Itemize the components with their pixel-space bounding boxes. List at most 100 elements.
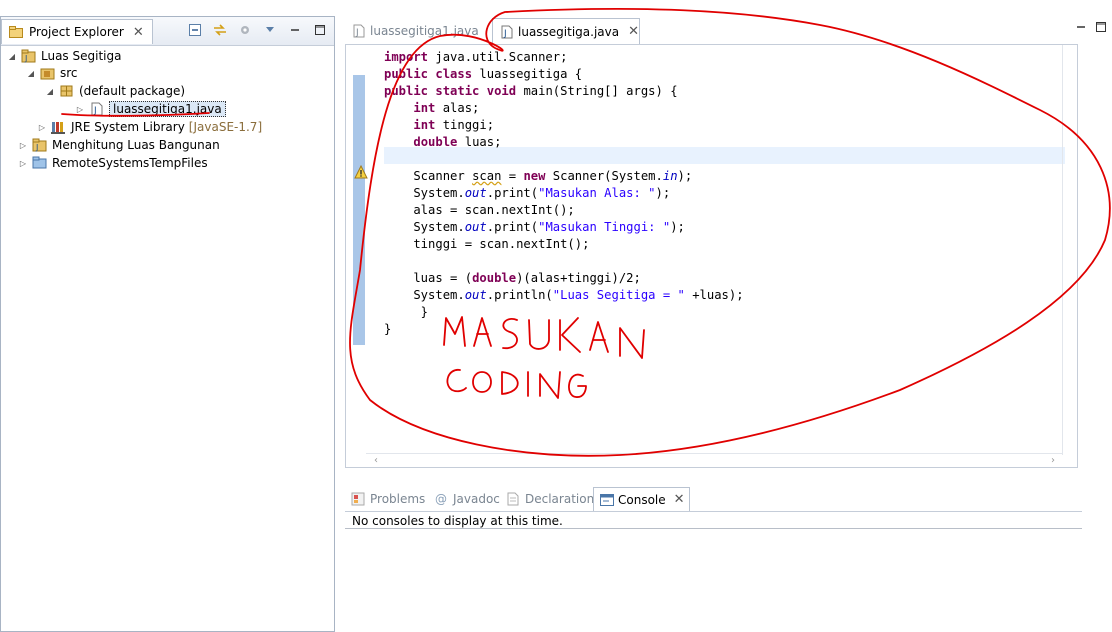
tree-collapsed-icon[interactable]: ▷	[75, 105, 85, 114]
warning-icon[interactable]	[354, 165, 368, 179]
scroll-right-icon[interactable]: ›	[1051, 455, 1055, 466]
editor-tab-label: luassegitiga1.java	[370, 24, 479, 38]
tree-item-label: (default package)	[79, 84, 186, 98]
view-menu-chevron-down-icon[interactable]	[262, 22, 278, 38]
tab-console[interactable]: Console ✕	[593, 487, 690, 511]
code-line: }	[384, 322, 392, 336]
editor-window-controls	[1076, 22, 1106, 32]
code-line: }	[384, 305, 429, 319]
code-line: import java.util.Scanner;	[384, 50, 568, 64]
code-line: System.out.print("Masukan Tinggi: ");	[384, 220, 685, 234]
jre-version-label: [JavaSE-1.7]	[188, 120, 263, 134]
svg-text:J: J	[24, 54, 27, 63]
code-line: alas = scan.nextInt();	[384, 203, 575, 217]
declaration-icon	[505, 492, 521, 506]
java-file-icon: J	[89, 102, 105, 116]
collapse-all-icon[interactable]	[187, 22, 203, 38]
tree-item-luas-segitiga[interactable]: ◢ J Luas Segitiga	[7, 47, 122, 65]
tree-expanded-icon[interactable]: ◢	[26, 69, 36, 78]
view-menu-gear-icon[interactable]	[237, 22, 253, 38]
minimize-icon[interactable]	[287, 22, 303, 38]
tree-item-label: JRE System Library	[71, 120, 185, 134]
tab-label: Declaration	[525, 492, 595, 506]
tab-project-explorer[interactable]: Project Explorer ✕	[1, 19, 153, 44]
vertical-scrollbar[interactable]	[1062, 45, 1077, 455]
explorer-view-toolbar	[187, 22, 328, 38]
tree-item-menghitung-luas-bangunan[interactable]: ▷ J Menghitung Luas Bangunan	[18, 136, 220, 154]
editor-tab-label: luassegitiga.java	[518, 24, 620, 39]
source-folder-icon	[40, 66, 56, 80]
java-file-icon: J	[353, 24, 365, 38]
code-line: public class luassegitiga {	[384, 67, 583, 81]
tree-item-remote-systems-temp-files[interactable]: ▷ RemoteSystemsTempFiles	[18, 154, 208, 172]
minimize-icon[interactable]	[1076, 22, 1086, 32]
package-icon	[59, 84, 75, 98]
code-line: public static void main(String[] args) {	[384, 84, 678, 98]
folder-icon	[32, 156, 48, 170]
scroll-left-icon[interactable]: ‹	[374, 455, 378, 466]
code-lines: import java.util.Scanner; public class l…	[384, 49, 744, 338]
project-explorer-icon	[8, 25, 24, 39]
tab-luassegitiga-java[interactable]: J luassegitiga.java ✕	[492, 18, 640, 44]
console-icon	[600, 493, 614, 507]
tree-item-label: Luas Segitiga	[41, 49, 122, 63]
console-panel: Problems @ Javadoc Declaration Console ✕…	[345, 485, 1082, 632]
tree-item-label: Menghitung Luas Bangunan	[52, 138, 220, 152]
tree-expanded-icon[interactable]: ◢	[45, 87, 55, 96]
problems-icon	[350, 492, 366, 506]
code-line: tinggi = scan.nextInt();	[384, 237, 590, 251]
tree-collapsed-icon[interactable]: ▷	[18, 159, 28, 168]
editor-tab-bar: J luassegitiga1.java J luassegitiga.java…	[345, 16, 1106, 44]
code-line: Scanner scan = new Scanner(System.in);	[384, 169, 693, 183]
tree-collapsed-icon[interactable]: ▷	[18, 141, 28, 150]
close-icon[interactable]: ✕	[628, 24, 639, 39]
tab-javadoc[interactable]: @ Javadoc	[433, 487, 500, 511]
console-message: No consoles to display at this time.	[352, 514, 563, 528]
tree-expanded-icon[interactable]: ◢	[7, 52, 17, 61]
tree-item-label: RemoteSystemsTempFiles	[52, 156, 208, 170]
code-line: double luas;	[413, 135, 502, 149]
link-with-editor-icon[interactable]	[212, 22, 228, 38]
code-line: int tinggi;	[413, 118, 495, 132]
tab-declaration[interactable]: Declaration	[505, 487, 594, 511]
java-project-icon: J	[21, 49, 37, 63]
tree-collapsed-icon[interactable]: ▷	[37, 123, 47, 132]
tab-problems[interactable]: Problems	[350, 487, 425, 511]
tab-project-explorer-label: Project Explorer	[29, 25, 124, 39]
svg-text:J: J	[503, 29, 507, 39]
maximize-icon[interactable]	[1096, 22, 1106, 32]
console-tab-bar: Problems @ Javadoc Declaration Console ✕	[345, 485, 1082, 512]
java-project-icon: J	[32, 138, 48, 152]
java-file-icon: J	[501, 25, 513, 39]
tree-item-default-package[interactable]: ◢ (default package)	[45, 82, 185, 100]
library-icon	[51, 120, 67, 134]
console-divider	[345, 528, 1082, 529]
tab-luassegitiga1-java[interactable]: J luassegitiga1.java	[345, 18, 487, 44]
explorer-tab-bar: Project Explorer ✕	[1, 17, 334, 46]
code-line: int alas;	[413, 101, 480, 115]
code-line: System.out.print("Masukan Alas: ");	[384, 186, 671, 200]
code-editor[interactable]: import java.util.Scanner; public class l…	[345, 44, 1078, 468]
javadoc-at-icon: @	[435, 492, 447, 506]
svg-text:J: J	[93, 106, 97, 116]
tree-item-src[interactable]: ◢ src	[26, 64, 78, 82]
tab-label: Javadoc	[453, 492, 500, 506]
close-icon[interactable]: ✕	[674, 492, 685, 507]
tab-label: Problems	[370, 492, 426, 506]
tree-item-luassegitiga1-java[interactable]: ▷ J luassegitiga1.java	[75, 100, 226, 118]
editor-area: J luassegitiga1.java J luassegitiga.java…	[345, 16, 1106, 475]
maximize-icon[interactable]	[312, 22, 328, 38]
svg-text:J: J	[35, 143, 38, 152]
svg-text:J: J	[355, 28, 359, 38]
close-icon[interactable]: ✕	[133, 25, 144, 40]
change-marker-bar	[353, 75, 365, 345]
code-line: System.out.println("Luas Segitiga = " +l…	[384, 288, 744, 302]
tree-item-label: luassegitiga1.java	[109, 101, 226, 117]
tree-item-label: src	[60, 66, 78, 80]
code-line: luas = (double)(alas+tinggi)/2;	[384, 271, 641, 285]
tab-label: Console	[618, 492, 666, 507]
tree-item-jre-system-library[interactable]: ▷ JRE System Library [JavaSE-1.7]	[37, 118, 262, 136]
horizontal-scrollbar[interactable]: ‹ ›	[366, 453, 1063, 467]
